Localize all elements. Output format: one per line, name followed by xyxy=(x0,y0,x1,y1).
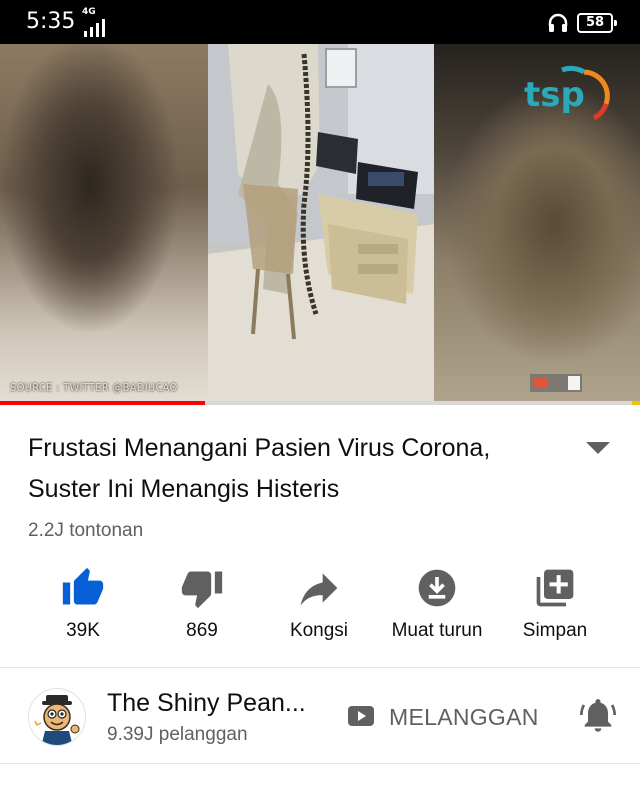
battery-icon: 58 xyxy=(577,13,617,33)
expand-description-icon[interactable] xyxy=(584,438,612,458)
playlist-add-icon xyxy=(536,569,574,607)
subscribe-label: MELANGGAN xyxy=(389,704,539,730)
channel-name[interactable]: The Shiny Pean... xyxy=(107,688,306,718)
video-progress-end xyxy=(632,401,640,405)
divider xyxy=(0,667,640,668)
avatar-peanut-icon xyxy=(29,689,85,745)
share-label: Kongsi xyxy=(289,620,349,641)
status-bar: 5:35 4G 58 xyxy=(0,0,640,44)
dislike-count: 869 xyxy=(186,620,218,641)
video-scene xyxy=(208,44,434,404)
like-count: 39K xyxy=(66,620,100,641)
save-button[interactable]: Simpan xyxy=(495,562,615,652)
subscribe-button[interactable]: MELANGGAN xyxy=(344,700,544,734)
status-time: 5:35 xyxy=(26,9,76,34)
video-blur-left xyxy=(0,44,208,404)
signal-icon xyxy=(84,19,105,37)
notification-bell-icon[interactable] xyxy=(578,694,618,736)
dislike-button[interactable]: 869 xyxy=(142,562,262,652)
network-type: 4G xyxy=(82,7,96,17)
channel-avatar[interactable] xyxy=(28,688,86,746)
headset-icon xyxy=(548,13,568,32)
divider xyxy=(0,763,640,764)
watermark-badge xyxy=(530,374,582,392)
youtube-play-icon xyxy=(348,706,374,726)
download-icon xyxy=(418,569,456,607)
download-label: Muat turun xyxy=(391,620,483,641)
video-player[interactable]: SOURCE : TWITTER @BADIUCAO tsp xyxy=(0,44,640,404)
share-button[interactable]: Kongsi xyxy=(259,562,379,652)
thumb-up-icon xyxy=(62,567,104,605)
download-button[interactable]: Muat turun xyxy=(377,562,497,652)
thumb-down-icon xyxy=(181,571,223,609)
video-title: Frustasi Menangani Pasien Virus Corona, … xyxy=(28,434,491,503)
view-count: 2.2J tontonan xyxy=(28,520,144,541)
subscriber-count: 9.39J pelanggan xyxy=(107,724,248,745)
share-icon xyxy=(300,573,338,606)
channel-logo-icon: tsp xyxy=(524,65,610,121)
channel-logo-text: tsp xyxy=(524,75,585,115)
like-button[interactable]: 39K xyxy=(23,562,143,652)
save-label: Simpan xyxy=(522,620,588,641)
video-progress-bar[interactable] xyxy=(0,401,640,405)
action-bar: 39K 869 Kongsi Muat turun Simpan xyxy=(0,562,640,652)
video-progress-fill xyxy=(0,401,205,405)
source-credit: SOURCE : TWITTER @BADIUCAO xyxy=(10,381,178,394)
